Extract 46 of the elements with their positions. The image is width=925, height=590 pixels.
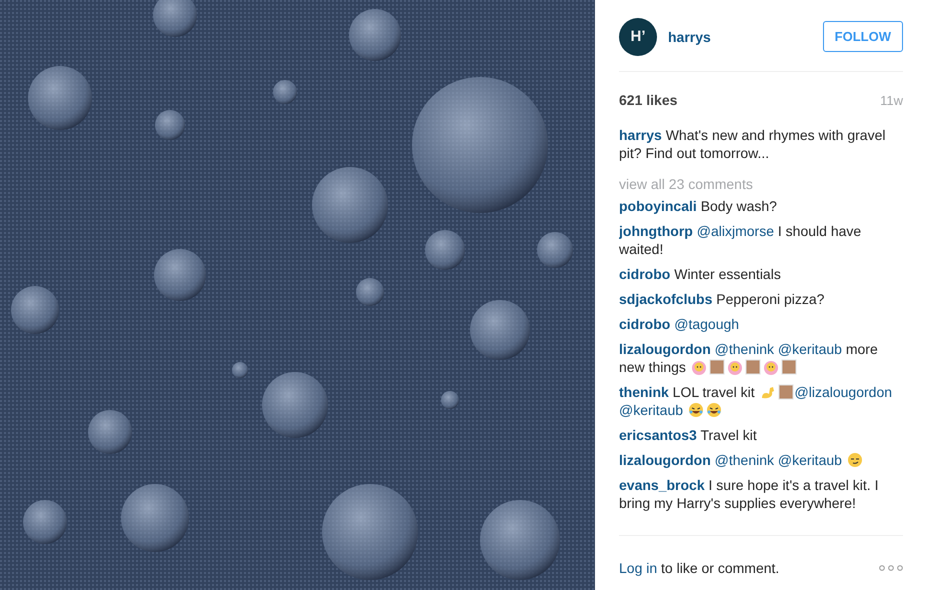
- caption-text: harrys What's new and rhymes with gravel pit? Find out tomorrow...: [619, 126, 886, 162]
- comment-text: lizalougordon @thenink @keritaub more new things: [619, 340, 879, 376]
- laughing-face-icon: [688, 402, 704, 418]
- avatar[interactable]: H’: [619, 18, 657, 56]
- comment-text: poboyincali Body wash?: [619, 197, 778, 215]
- skin-tone-swatch-icon: [780, 359, 797, 375]
- login-prompt-text: to like or comment.: [661, 560, 780, 576]
- mention-link[interactable]: @thenink: [714, 341, 774, 357]
- comment-text: johngthorp @alixjmorse I should have waited!: [619, 222, 862, 258]
- username-link[interactable]: cidrobo: [619, 266, 670, 282]
- mention-link[interactable]: @keritaub: [778, 341, 842, 357]
- username-link[interactable]: lizalougordon: [619, 452, 711, 468]
- skin-tone-swatch-icon: [744, 359, 761, 375]
- mention-link[interactable]: @keritaub: [619, 402, 684, 418]
- likes-count: 621 likes: [619, 92, 678, 108]
- more-options-icon[interactable]: [879, 565, 903, 571]
- smirking-face-icon: [846, 452, 863, 468]
- log-in-link[interactable]: Log in: [619, 560, 658, 576]
- comment-text: thenink LOL travel kit @lizalougordon @keritaub: [619, 383, 894, 419]
- woman-emoji-icon: [762, 359, 779, 375]
- comment-text: ericsantos3 Travel kit: [619, 426, 758, 444]
- skin-tone-swatch-icon: [778, 384, 794, 400]
- username-link[interactable]: lizalougordon: [619, 341, 711, 357]
- woman-emoji-icon: [690, 359, 707, 375]
- skin-tone-swatch-icon: [708, 359, 725, 375]
- mention-link[interactable]: @lizalougordon: [794, 384, 892, 400]
- username-link[interactable]: sdjackofclubs: [619, 291, 712, 307]
- comment-text: cidrobo Winter essentials: [619, 265, 782, 283]
- username-link[interactable]: thenink: [619, 384, 669, 400]
- comment-text: sdjackofclubs Pepperoni pizza?: [619, 290, 826, 308]
- username-link[interactable]: cidrobo: [619, 316, 670, 332]
- mention-link[interactable]: @keritaub: [778, 452, 842, 468]
- woman-emoji-icon: [726, 359, 743, 375]
- flexed-arm-icon: [760, 384, 776, 400]
- laughing-face-icon: [706, 402, 722, 418]
- username-link[interactable]: harrys: [619, 127, 662, 143]
- comment-text: evans_brock I sure hope it's a travel kit. I bring my Harry's supplies everywhere!: [619, 476, 880, 512]
- mention-link[interactable]: @thenink: [714, 452, 774, 468]
- post-age: 11w: [880, 92, 903, 108]
- username-link[interactable]: poboyincali: [619, 198, 697, 214]
- username-link[interactable]: harrys: [668, 28, 711, 44]
- mention-link[interactable]: @tagough: [674, 316, 740, 332]
- username-link[interactable]: evans_brock: [619, 477, 705, 493]
- username-link[interactable]: ericsantos3: [619, 427, 697, 443]
- username-link[interactable]: johngthorp: [619, 223, 693, 239]
- mention-link[interactable]: @alixjmorse: [696, 223, 774, 239]
